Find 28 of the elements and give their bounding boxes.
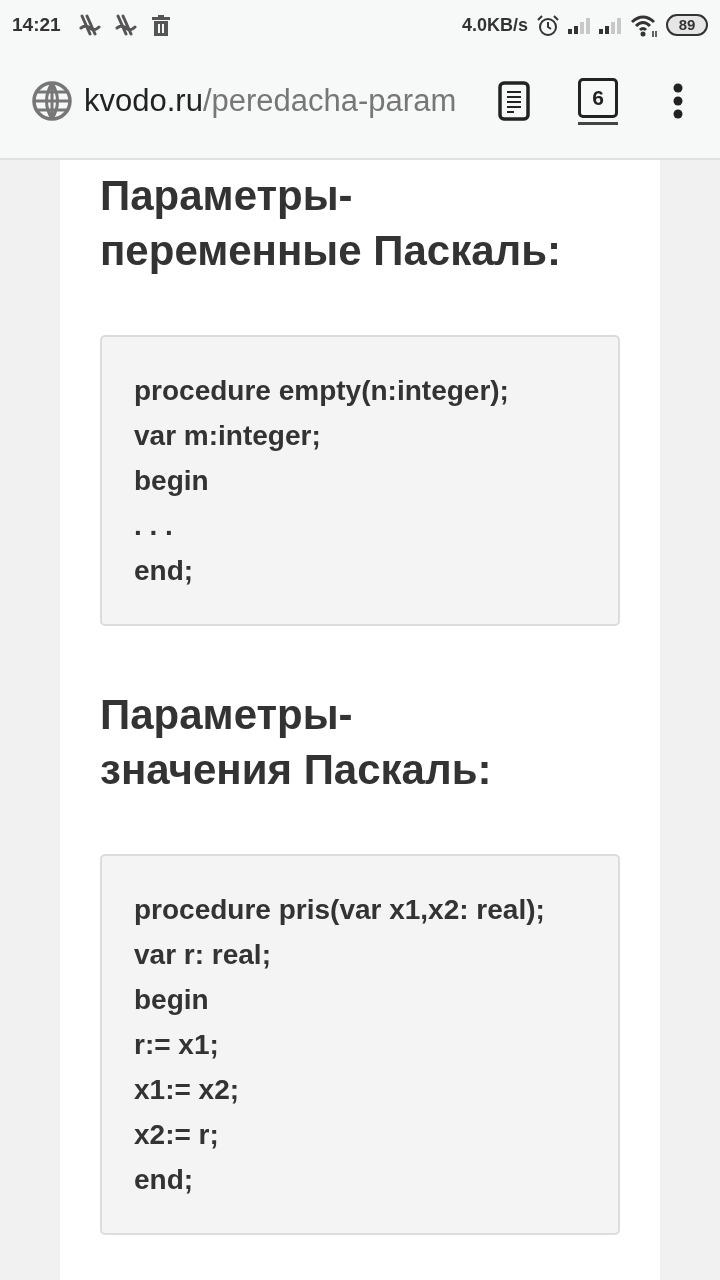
signal-icon [568, 16, 590, 34]
code-line: x1:= x2; [134, 1073, 240, 1107]
wifi-icon [630, 13, 657, 37]
code-line: begin [134, 464, 209, 498]
alarm-clock-icon [537, 14, 559, 36]
code-line: var r: real; [134, 938, 271, 972]
code-line: end; [134, 554, 194, 588]
code-line: end; [134, 1163, 194, 1197]
crossed-out-icon [114, 14, 137, 36]
code-line: procedure empty(n:integer); [134, 374, 509, 408]
code-line: var m:integer; [134, 419, 321, 453]
section-heading: Параметры- переменные Паскаль: [100, 171, 561, 276]
code-line: begin [134, 983, 209, 1017]
code-line: r:= x1; [134, 1028, 219, 1062]
trash-icon [150, 14, 171, 36]
network-speed: 4.0KB/s [461, 14, 528, 36]
signal-icon [599, 16, 621, 34]
globe-icon [32, 81, 72, 121]
section-heading: Параметры- значения Паскаль: [100, 690, 492, 795]
status-time: 14:21 [12, 14, 61, 36]
menu-icon[interactable] [673, 83, 683, 119]
battery-indicator: 89 [666, 14, 708, 36]
code-line: x2:= r; [134, 1118, 219, 1152]
code-line: . . . [134, 509, 173, 543]
address-bar[interactable]: kvodo.ru/peredacha-param [84, 83, 484, 119]
code-line: procedure pris(var x1,x2: real); [134, 893, 545, 927]
reader-mode-icon[interactable] [498, 81, 530, 121]
crossed-out-icon [78, 14, 101, 36]
